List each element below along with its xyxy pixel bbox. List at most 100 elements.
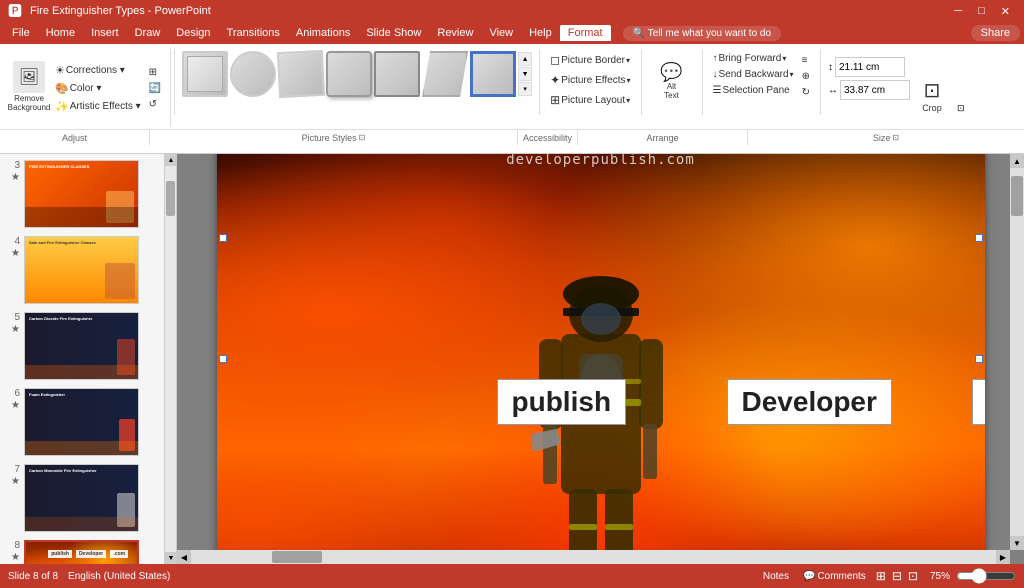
slide-thumb-8[interactable]: 8 ★ publish Developer .com xyxy=(4,538,160,564)
canvas-htrack xyxy=(191,550,996,564)
pic-styles-more[interactable]: ▾ xyxy=(518,82,532,96)
slide-canvas[interactable]: developerpublish.com publish Developer .… xyxy=(217,154,985,564)
slide-thumb-5[interactable]: 5 ★ Carbon Dioxide Fire Extinguisher xyxy=(4,310,160,382)
ribbon-group-arrange: ↑ Bring Forward ▾ ↓ Send Backward ▾ ☰ Se… xyxy=(706,47,817,129)
color-label: Color ▾ xyxy=(70,83,102,94)
ribbon-group-picture-styles: ▲ ▼ ▾ xyxy=(178,47,536,129)
selection-pane-button[interactable]: ☰ Selection Pane xyxy=(710,83,797,98)
group-button[interactable]: ⊕ xyxy=(799,69,813,84)
notes-button[interactable]: Notes xyxy=(759,570,793,583)
rotate-button[interactable]: ↻ xyxy=(799,85,813,100)
share-button[interactable]: Share xyxy=(971,25,1020,41)
pic-style-6[interactable] xyxy=(422,51,468,97)
reset-icon: ↺ xyxy=(149,99,157,110)
change-picture-button[interactable]: 🔄 xyxy=(146,81,164,96)
scroll-down-btn[interactable]: ▼ xyxy=(165,552,177,564)
slide-number-8: 8 xyxy=(14,540,20,551)
maximize-button[interactable]: □ xyxy=(972,5,991,17)
alt-text-button[interactable]: 💬 AltText xyxy=(651,51,693,111)
menu-review[interactable]: Review xyxy=(429,25,481,41)
pic-styles-up[interactable]: ▲ xyxy=(518,52,532,66)
picture-effects-arrow: ▾ xyxy=(626,76,630,85)
pic-style-2[interactable] xyxy=(230,51,276,97)
slide-thumb-4[interactable]: 4 ★ Safe and Fire Extinguisher Classes xyxy=(4,234,160,306)
menu-design[interactable]: Design xyxy=(168,25,218,41)
reset-picture-button[interactable]: ↺ xyxy=(146,97,164,112)
slide-panel-scrollbar[interactable]: ▲ ▼ xyxy=(165,154,177,564)
artistic-effects-button[interactable]: ✨ Artistic Effects ▾ xyxy=(52,98,144,115)
slide-thumb-6[interactable]: 6 ★ Foam Extinguisher xyxy=(4,386,160,458)
ribbon-group-adjust: 🖼 RemoveBackground ☀ Corrections ▾ 🎨 Col… xyxy=(4,47,171,127)
comments-button[interactable]: 💬 Comments xyxy=(799,570,870,583)
bring-forward-button[interactable]: ↑ Bring Forward ▾ xyxy=(710,51,797,66)
height-input[interactable] xyxy=(835,57,905,77)
color-button[interactable]: 🎨 Color ▾ xyxy=(52,80,144,97)
remove-background-button[interactable]: 🖼 RemoveBackground xyxy=(8,57,50,117)
ribbon-group-pic-options: ◻ Picture Border ▾ ✦ Picture Effects ▾ ⊞… xyxy=(543,51,637,129)
picture-effects-button[interactable]: ✦ Picture Effects ▾ xyxy=(547,71,633,89)
minimize-button[interactable]: ─ xyxy=(948,5,968,17)
canvas-hthumb[interactable] xyxy=(272,551,322,563)
menu-transitions[interactable]: Transitions xyxy=(219,25,288,41)
textbox-developer[interactable]: Developer xyxy=(727,379,892,425)
width-input[interactable] xyxy=(840,80,910,100)
menu-slideshow[interactable]: Slide Show xyxy=(358,25,429,41)
width-icon: ↔ xyxy=(828,85,838,96)
pic-style-1[interactable] xyxy=(182,51,228,97)
menu-format[interactable]: Format xyxy=(560,25,611,41)
slide-star-8: ★ xyxy=(11,552,20,563)
textbox-publish[interactable]: publish xyxy=(497,379,627,425)
titlebar-right: ─ □ ✕ xyxy=(948,5,1016,18)
pic-style-5[interactable] xyxy=(374,51,420,97)
canvas-scroll-right[interactable]: ▶ xyxy=(996,550,1010,564)
view-reading[interactable]: ⊡ xyxy=(908,569,918,583)
canvas-scroll-down[interactable]: ▼ xyxy=(1010,536,1024,550)
selection-handle-tl[interactable] xyxy=(219,234,227,242)
menu-home[interactable]: Home xyxy=(38,25,83,41)
menu-file[interactable]: File xyxy=(4,25,38,41)
pic-style-3[interactable] xyxy=(277,50,325,98)
compress-pictures-button[interactable]: ⊞ xyxy=(146,65,164,80)
main-area: 3 ★ FIRE EXTINGUISHER CLASSES 4 ★ Safe a… xyxy=(0,154,1024,564)
picture-border-button[interactable]: ◻ Picture Border ▾ xyxy=(547,51,633,69)
view-sorter[interactable]: ⊟ xyxy=(892,569,902,583)
pic-style-7[interactable] xyxy=(470,51,516,97)
remove-bg-label: RemoveBackground xyxy=(8,95,51,113)
menu-help[interactable]: Help xyxy=(521,25,560,41)
crop-button[interactable]: ⊡ Crop xyxy=(914,55,950,129)
remove-bg-icon: 🖼 xyxy=(13,61,45,93)
scroll-thumb[interactable] xyxy=(166,181,175,216)
search-box[interactable]: 🔍 Tell me what you want to do xyxy=(623,26,781,41)
corrections-button[interactable]: ☀ Corrections ▾ xyxy=(52,62,144,79)
canvas-vthumb[interactable] xyxy=(1011,176,1023,216)
canvas-vscrollbar[interactable]: ▲ ▼ xyxy=(1010,154,1024,550)
view-normal[interactable]: ⊞ xyxy=(876,569,886,583)
picture-layout-button[interactable]: ⊞ Picture Layout ▾ xyxy=(547,91,633,109)
menu-animations[interactable]: Animations xyxy=(288,25,358,41)
send-backward-button[interactable]: ↓ Send Backward ▾ xyxy=(710,67,797,82)
zoom-slider[interactable] xyxy=(956,570,1016,582)
menu-insert[interactable]: Insert xyxy=(83,25,127,41)
slide-star-7: ★ xyxy=(11,476,20,487)
canvas-scroll-up[interactable]: ▲ xyxy=(1010,154,1024,168)
slide-thumb-7[interactable]: 7 ★ Carbon Monoxide Fire Extinguisher xyxy=(4,462,160,534)
menu-draw[interactable]: Draw xyxy=(127,25,169,41)
align-button[interactable]: ≡ xyxy=(799,53,813,68)
ribbon-expand-size[interactable]: ⊡ xyxy=(954,102,968,115)
slide-thumb-3[interactable]: 3 ★ FIRE EXTINGUISHER CLASSES xyxy=(4,158,160,230)
selection-handle-tr[interactable] xyxy=(975,234,983,242)
pic-styles-down[interactable]: ▼ xyxy=(518,67,532,81)
canvas-scroll-left[interactable]: ◀ xyxy=(177,550,191,564)
send-backward-arrow: ▾ xyxy=(790,70,794,79)
picture-border-arrow: ▾ xyxy=(626,56,630,65)
scroll-up-btn[interactable]: ▲ xyxy=(165,154,177,166)
close-button[interactable]: ✕ xyxy=(995,5,1016,18)
canvas-hscrollbar[interactable]: ◀ ▶ xyxy=(177,550,1010,564)
menu-view[interactable]: View xyxy=(481,25,521,41)
textbox-dotcom[interactable]: .com xyxy=(972,379,985,425)
app-logo: 🅿 xyxy=(8,1,22,21)
ribbon-group-accessibility: 💬 AltText xyxy=(645,51,699,129)
selection-handle-ml[interactable] xyxy=(219,355,227,363)
selection-handle-mr[interactable] xyxy=(975,355,983,363)
pic-style-4[interactable] xyxy=(326,51,372,97)
